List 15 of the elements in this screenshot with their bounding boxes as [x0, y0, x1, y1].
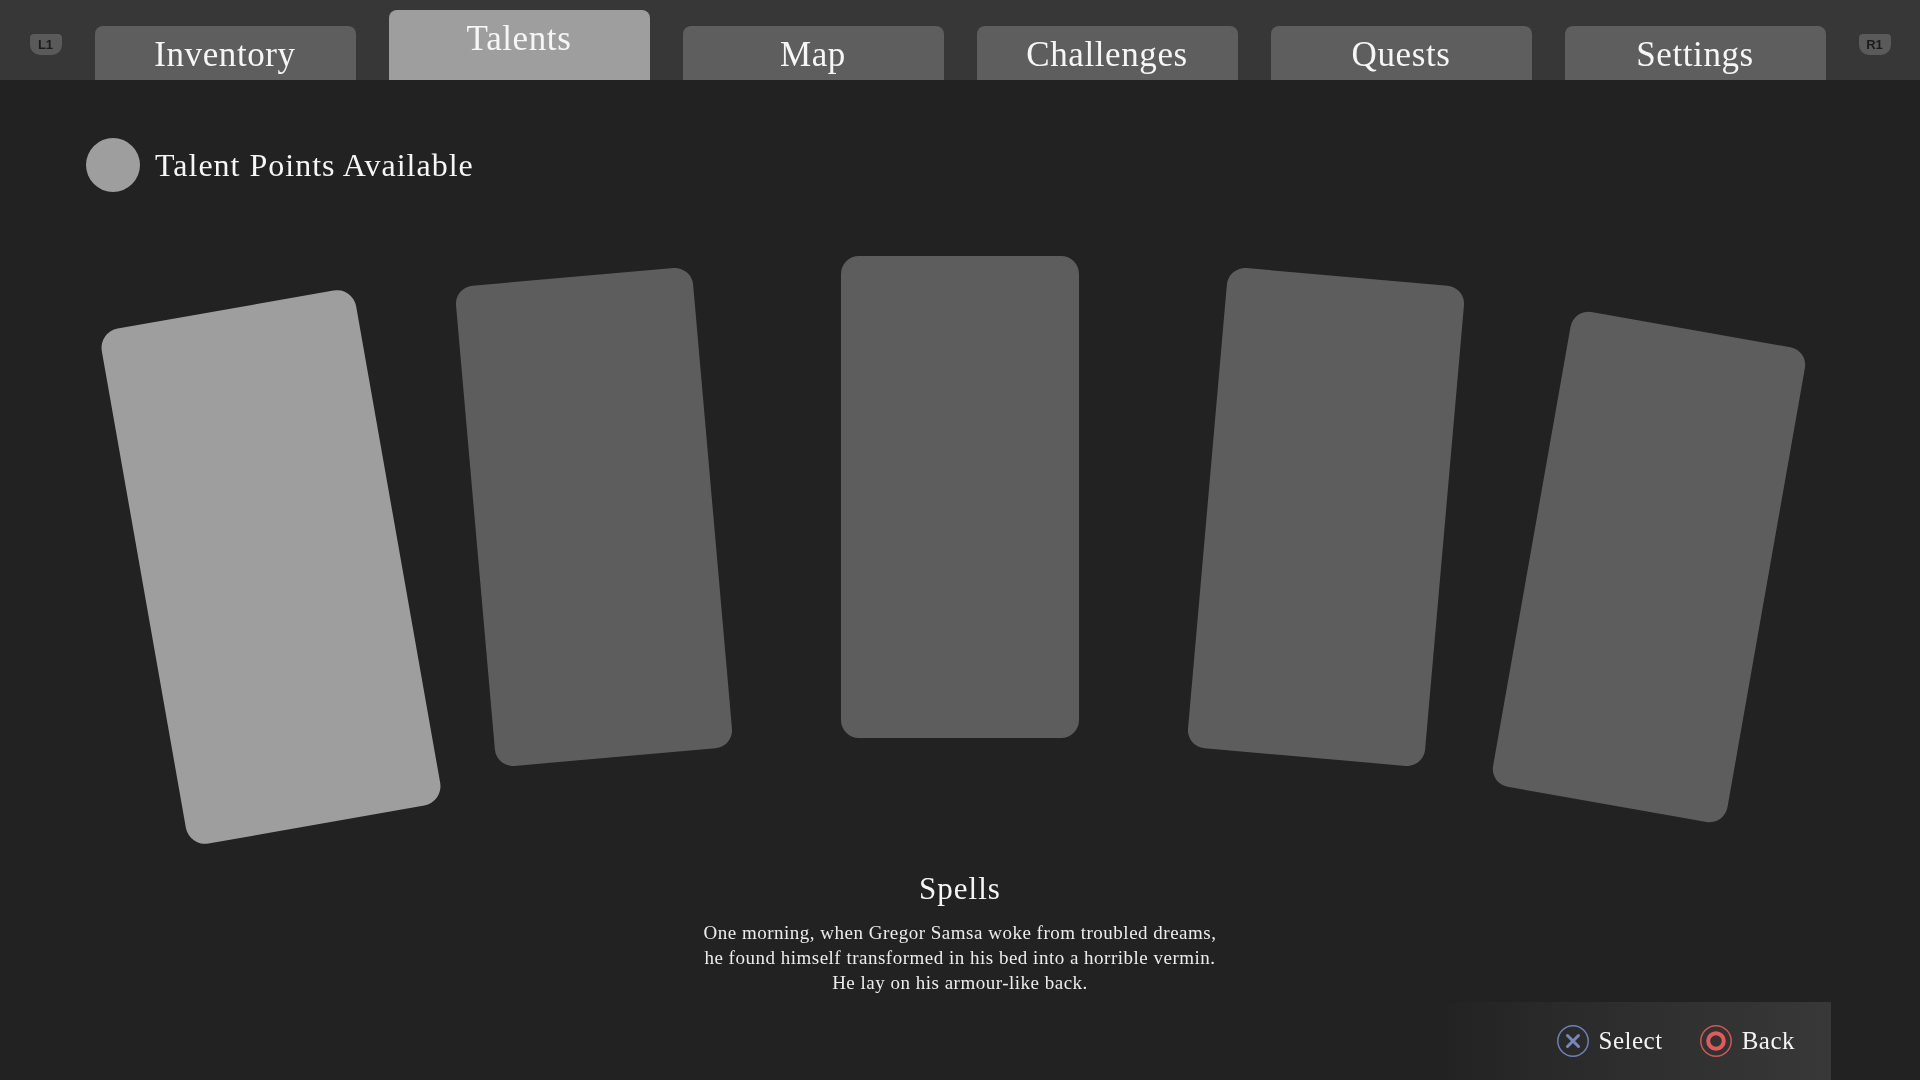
cross-button-icon — [1556, 1025, 1589, 1057]
tab[interactable]: Challenges — [976, 26, 1238, 80]
token-icon — [86, 138, 140, 192]
prompt-label: Back — [1741, 1026, 1795, 1056]
detail-description: One morning, when Gregor Samsa woke from troubled dreams, he found himself transformed in his bed into a horrible vermin. He lay on his armour-like back. — [703, 921, 1217, 995]
tab[interactable]: Inventory — [94, 26, 356, 80]
prompt-label: Select — [1598, 1026, 1663, 1056]
tab[interactable]: Quests — [1270, 26, 1532, 80]
detail-title: Spells — [919, 871, 1001, 907]
tab[interactable]: Settings — [1564, 26, 1826, 80]
circle-button-icon — [1699, 1025, 1732, 1057]
points-label: Talent Points Available — [155, 146, 474, 184]
tab[interactable]: Map — [682, 26, 944, 80]
key-hint: L1 — [29, 34, 62, 55]
key-hint: R1 — [1858, 34, 1891, 55]
